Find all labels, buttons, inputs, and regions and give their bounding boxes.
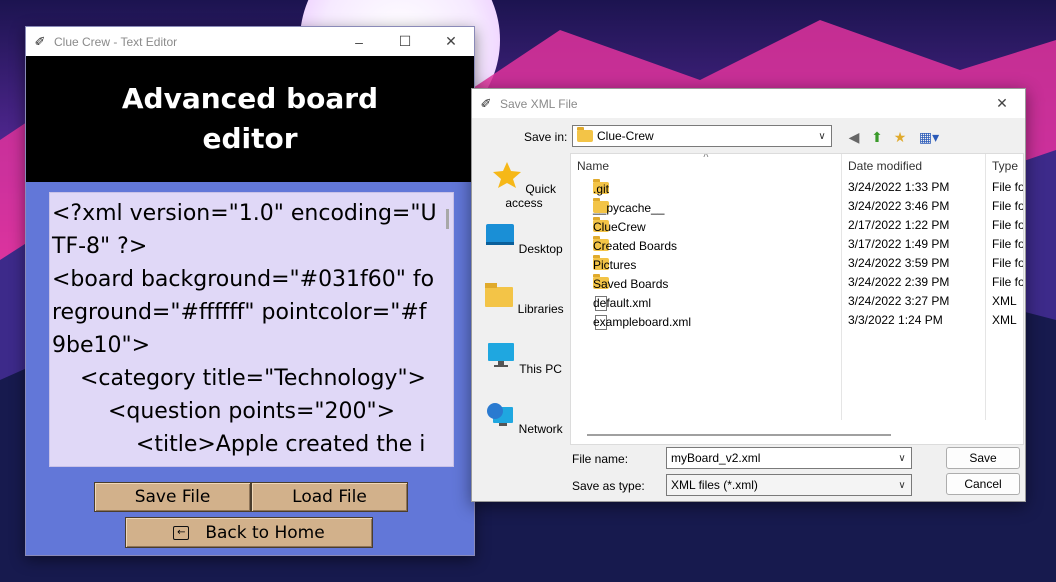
place-desktop[interactable]: Desktop: [480, 221, 568, 256]
save-xml-dialog: ✐ Save XML File ✕ Save in: Clue-Crew ∨ ◀…: [471, 88, 1026, 502]
desktop-icon: [486, 224, 515, 245]
file-list[interactable]: Name ˄ Date modified Type .git 3/24/2022…: [570, 153, 1024, 445]
file-type: File fo: [992, 275, 1024, 289]
view-menu-icon[interactable]: ▦▾: [916, 128, 942, 146]
column-name-label: Name: [577, 159, 610, 173]
star-icon: [492, 162, 521, 188]
file-name: ClueCrew: [593, 220, 646, 234]
chevron-down-icon: ∨: [898, 479, 906, 491]
file-date: 3/24/2022 3:46 PM: [848, 199, 950, 213]
libraries-icon: [485, 283, 514, 307]
cancel-button[interactable]: Cancel: [946, 473, 1020, 495]
dialog-titlebar: ✐ Save XML File ✕: [472, 89, 1025, 118]
place-label: Desktop: [518, 242, 563, 256]
column-header-type[interactable]: Type: [992, 154, 1023, 178]
file-row[interactable]: Created Boards 3/17/2022 1:49 PM File fo: [571, 235, 1024, 254]
file-row[interactable]: default.xml 3/24/2022 3:27 PM XML: [571, 292, 1023, 311]
horizontal-scrollbar[interactable]: [587, 434, 891, 436]
up-folder-icon[interactable]: ⬆: [868, 128, 886, 146]
file-date: 3/24/2022 3:59 PM: [848, 256, 950, 270]
file-name: Saved Boards: [593, 277, 669, 291]
place-quick-access[interactable]: Quick access: [480, 161, 568, 210]
back-nav-icon[interactable]: ◀: [845, 128, 863, 146]
save-in-combo[interactable]: Clue-Crew ∨: [572, 125, 832, 147]
new-folder-icon[interactable]: ★: [891, 128, 909, 146]
editor-window-title: Clue Crew - Text Editor: [54, 34, 178, 49]
file-type: File fo: [992, 199, 1024, 213]
file-name: .git: [593, 182, 610, 196]
xml-text-area[interactable]: <?xml version="1.0" encoding="UTF-8" ?> …: [49, 192, 454, 467]
file-name: Created Boards: [593, 239, 678, 253]
place-this-pc[interactable]: This PC: [480, 341, 568, 376]
text-editor-window: ✐ Clue Crew - Text Editor – ☐ ✕ Advanced…: [25, 26, 475, 556]
save-in-label: Save in:: [524, 130, 568, 144]
file-row[interactable]: __pycache__ 3/24/2022 3:46 PM File fo: [571, 197, 1024, 216]
file-type: File fo: [992, 180, 1024, 194]
file-date: 3/24/2022 2:39 PM: [848, 275, 950, 289]
save-file-button[interactable]: Save File: [94, 482, 251, 512]
file-date: 3/3/2022 1:24 PM: [848, 313, 943, 327]
file-name: exampleboard.xml: [593, 315, 692, 329]
file-name-value: myBoard_v2.xml: [671, 451, 761, 465]
file-date: 2/17/2022 1:22 PM: [848, 218, 950, 232]
dialog-title: Save XML File: [500, 96, 578, 111]
back-to-home-label: Back to Home: [205, 522, 325, 543]
feather-icon: ✐: [34, 33, 46, 49]
file-date: 3/17/2022 1:49 PM: [848, 237, 950, 251]
place-label: Network: [518, 422, 563, 436]
file-type: File fo: [992, 218, 1024, 232]
file-date: 3/24/2022 1:33 PM: [848, 180, 950, 194]
save-in-value: Clue-Crew: [597, 129, 654, 143]
place-network[interactable]: Network: [480, 401, 568, 436]
places-bar: Quick access Desktop Libraries This PC N…: [480, 155, 568, 455]
column-type-label: Type: [992, 159, 1019, 173]
folder-icon: [577, 127, 593, 142]
feather-icon: ✐: [480, 95, 492, 111]
file-row[interactable]: exampleboard.xml 3/3/2022 1:24 PM XML: [571, 311, 1023, 330]
save-button[interactable]: Save: [946, 447, 1020, 469]
file-name: __pycache__: [593, 201, 665, 215]
load-file-button[interactable]: Load File: [251, 482, 408, 512]
save-as-type-value: XML files (*.xml): [671, 478, 758, 492]
back-to-home-button[interactable]: ← Back to Home: [125, 517, 373, 548]
file-type: File fo: [992, 237, 1024, 251]
this-pc-icon: [488, 343, 515, 367]
file-row[interactable]: .git 3/24/2022 1:33 PM File fo: [571, 178, 1024, 197]
maximize-button[interactable]: ☐: [382, 27, 428, 56]
back-arrow-icon: ←: [173, 525, 190, 540]
file-type: XML: [992, 294, 1017, 308]
sort-arrow-icon: ˄: [703, 153, 709, 161]
text-area-scrollbar[interactable]: [446, 209, 449, 229]
file-row[interactable]: Pictures 3/24/2022 3:59 PM File fo: [571, 254, 1024, 273]
file-type: XML: [992, 313, 1017, 327]
xml-text-content[interactable]: <?xml version="1.0" encoding="UTF-8" ?> …: [52, 197, 437, 461]
save-as-type-label: Save as type:: [572, 479, 645, 493]
save-as-type-select[interactable]: XML files (*.xml) ∨: [666, 474, 912, 496]
file-row[interactable]: ClueCrew 2/17/2022 1:22 PM File fo: [571, 216, 1024, 235]
file-name-label: File name:: [572, 452, 629, 466]
place-label: This PC: [519, 362, 562, 376]
place-label: Libraries: [517, 302, 564, 316]
editor-heading: Advanced board editor: [26, 56, 474, 182]
file-row[interactable]: Saved Boards 3/24/2022 2:39 PM File fo: [571, 273, 1024, 292]
dialog-close-button[interactable]: ✕: [979, 89, 1025, 118]
place-libraries[interactable]: Libraries: [480, 281, 568, 316]
file-name: default.xml: [593, 296, 652, 310]
column-date-label: Date modified: [848, 159, 923, 173]
column-header-date[interactable]: Date modified: [848, 154, 988, 178]
file-name-input[interactable]: myBoard_v2.xml ∨: [666, 447, 912, 469]
minimize-button[interactable]: –: [336, 27, 382, 56]
file-date: 3/24/2022 3:27 PM: [848, 294, 950, 308]
chevron-down-icon: ∨: [898, 452, 906, 464]
chevron-down-icon: ∨: [818, 130, 826, 142]
close-button[interactable]: ✕: [428, 27, 474, 56]
editor-titlebar: ✐ Clue Crew - Text Editor – ☐ ✕: [26, 27, 474, 56]
file-type: File fo: [992, 256, 1024, 270]
network-icon: [487, 403, 514, 426]
file-name: Pictures: [593, 258, 637, 272]
